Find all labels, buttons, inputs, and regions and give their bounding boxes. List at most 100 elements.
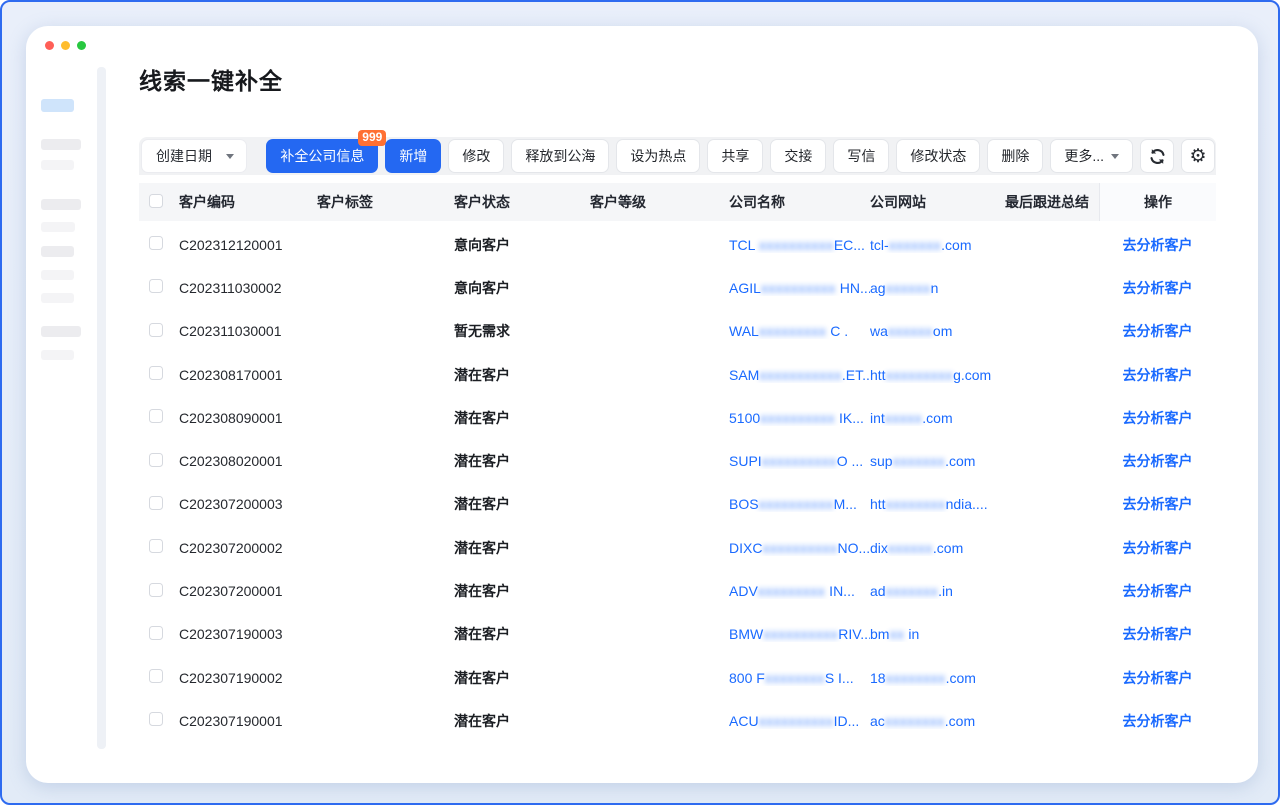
close-button[interactable] [45, 41, 54, 50]
analyze-customer-link[interactable]: 去分析客户 [1123, 451, 1193, 471]
text: in [904, 626, 919, 642]
handover-button[interactable]: 交接 [770, 139, 826, 173]
sidebar-skeleton-item [41, 160, 74, 170]
company-website-link[interactable]: tcl-xxxxxxx.com [870, 237, 1005, 253]
row-checkbox[interactable] [149, 323, 163, 337]
row-checkbox[interactable] [149, 712, 163, 726]
analyze-customer-link[interactable]: 去分析客户 [1123, 538, 1193, 558]
settings-button[interactable]: ⚙ [1181, 139, 1215, 173]
row-checkbox[interactable] [149, 496, 163, 510]
row-checkbox[interactable] [149, 409, 163, 423]
analyze-customer-link[interactable]: 去分析客户 [1123, 711, 1193, 731]
change-status-button[interactable]: 修改状态 [896, 139, 980, 173]
text: wa [870, 323, 888, 339]
date-filter-select[interactable]: 创建日期 [141, 139, 247, 173]
company-website-link[interactable]: dixxxxxxx.com [870, 540, 1005, 556]
customer-status: 暂无需求 [454, 321, 590, 341]
company-name-link[interactable]: AGILxxxxxxxxxx HN... [729, 280, 870, 296]
company-name-link[interactable]: 5100xxxxxxxxxx IK... [729, 410, 870, 426]
write-email-button[interactable]: 写信 [833, 139, 889, 173]
button-label: 补全公司信息 [280, 146, 364, 166]
company-name-link[interactable]: DIXCxxxxxxxxxxNO... [729, 540, 870, 556]
minimize-button[interactable] [61, 41, 70, 50]
company-name-link[interactable]: TCL xxxxxxxxxxEC... [729, 237, 870, 253]
company-website-link[interactable]: supxxxxxxx.com [870, 453, 1005, 469]
text: S I... [825, 670, 854, 686]
analyze-customer-link[interactable]: 去分析客户 [1123, 278, 1193, 298]
analyze-customer-link[interactable]: 去分析客户 [1123, 408, 1193, 428]
company-website-link[interactable]: httxxxxxxxxxg.com [870, 367, 1005, 383]
customer-code: C202308090001 [179, 410, 317, 426]
delete-button[interactable]: 删除 [987, 139, 1043, 173]
text: DIXC [729, 540, 762, 556]
refresh-button[interactable] [1140, 139, 1174, 173]
row-checkbox[interactable] [149, 279, 163, 293]
company-name-link[interactable]: SUPIxxxxxxxxxxO ... [729, 453, 870, 469]
row-checkbox[interactable] [149, 236, 163, 250]
date-filter-value: 创建日期 [156, 146, 212, 166]
column-header: 客户状态 [454, 192, 590, 212]
company-website-link[interactable]: intxxxxx.com [870, 410, 1005, 426]
company-website-link[interactable]: waxxxxxxom [870, 323, 1005, 339]
table-row: C202308020001 潜在客户 SUPIxxxxxxxxxxO ... s… [139, 439, 1216, 482]
analyze-customer-link[interactable]: 去分析客户 [1123, 624, 1193, 644]
release-to-pool-button[interactable]: 释放到公海 [511, 139, 609, 173]
analyze-customer-link[interactable]: 去分析客户 [1123, 235, 1193, 255]
company-name-link[interactable]: WALxxxxxxxxx C . [729, 323, 870, 339]
zoom-button[interactable] [77, 41, 86, 50]
complete-company-info-button[interactable]: 补全公司信息999 [266, 139, 378, 173]
sidebar-skeleton-item [41, 222, 75, 232]
row-checkbox[interactable] [149, 366, 163, 380]
text: AGIL [729, 280, 761, 296]
company-website-link[interactable]: adxxxxxxx.in [870, 583, 1005, 599]
customer-status: 潜在客户 [454, 581, 590, 601]
row-checkbox[interactable] [149, 539, 163, 553]
column-header: 公司名称 [729, 192, 870, 212]
company-name-link[interactable]: BOSxxxxxxxxxxM... [729, 496, 870, 512]
analyze-customer-link[interactable]: 去分析客户 [1123, 321, 1193, 341]
company-website-link[interactable]: httxxxxxxxxndia.... [870, 496, 1005, 512]
company-website-link[interactable]: 18xxxxxxxx.com [870, 670, 1005, 686]
company-name-link[interactable]: ACUxxxxxxxxxxID... [729, 713, 870, 729]
share-button[interactable]: 共享 [707, 139, 763, 173]
redacted-text: xxxxxxx [889, 237, 942, 253]
customer-status: 潜在客户 [454, 365, 590, 385]
table-row: C202307190002 潜在客户 800 FxxxxxxxxS I... 1… [139, 656, 1216, 699]
company-name-link[interactable]: SAMxxxxxxxxxxx.ET... [729, 367, 870, 383]
analyze-customer-link[interactable]: 去分析客户 [1123, 581, 1193, 601]
button-label: 释放到公海 [525, 146, 595, 166]
analyze-customer-link[interactable]: 去分析客户 [1123, 365, 1193, 385]
table-row: C202307190001 潜在客户 ACUxxxxxxxxxxID... ac… [139, 699, 1216, 742]
company-website-link[interactable]: bmxx in [870, 626, 1005, 642]
row-checkbox[interactable] [149, 669, 163, 683]
chevron-down-icon [1111, 154, 1119, 159]
company-website-link[interactable]: acxxxxxxxx.com [870, 713, 1005, 729]
customer-code: C202307200002 [179, 540, 317, 556]
text: IK... [835, 410, 864, 426]
company-website-link[interactable]: agxxxxxxn [870, 280, 1005, 296]
text: NO... [837, 540, 870, 556]
sidebar-item-active[interactable] [41, 99, 74, 112]
customer-code: C202307190001 [179, 713, 317, 729]
text: .ET... [842, 367, 870, 383]
select-all-checkbox[interactable] [149, 194, 163, 208]
company-name-link[interactable]: ADVxxxxxxxxx IN... [729, 583, 870, 599]
refresh-icon [1148, 147, 1167, 166]
company-name-link[interactable]: 800 FxxxxxxxxS I... [729, 670, 870, 686]
company-name-link[interactable]: BMWxxxxxxxxxxRIV... [729, 626, 870, 642]
toolbar-buttons: 补全公司信息999新增修改释放到公海设为热点共享交接写信修改状态删除更多... … [266, 139, 1215, 173]
edit-button[interactable]: 修改 [448, 139, 504, 173]
row-checkbox[interactable] [149, 583, 163, 597]
row-checkbox[interactable] [149, 626, 163, 640]
text: ACU [729, 713, 759, 729]
add-new-button[interactable]: 新增 [385, 139, 441, 173]
more-button[interactable]: 更多... [1050, 139, 1133, 173]
analyze-customer-link[interactable]: 去分析客户 [1123, 668, 1193, 688]
text: BMW [729, 626, 763, 642]
text: .com [933, 540, 963, 556]
row-checkbox[interactable] [149, 453, 163, 467]
redacted-text: xxxxxx [888, 540, 933, 556]
set-hotspot-button[interactable]: 设为热点 [616, 139, 700, 173]
analyze-customer-link[interactable]: 去分析客户 [1123, 494, 1193, 514]
text: ADV [729, 583, 758, 599]
